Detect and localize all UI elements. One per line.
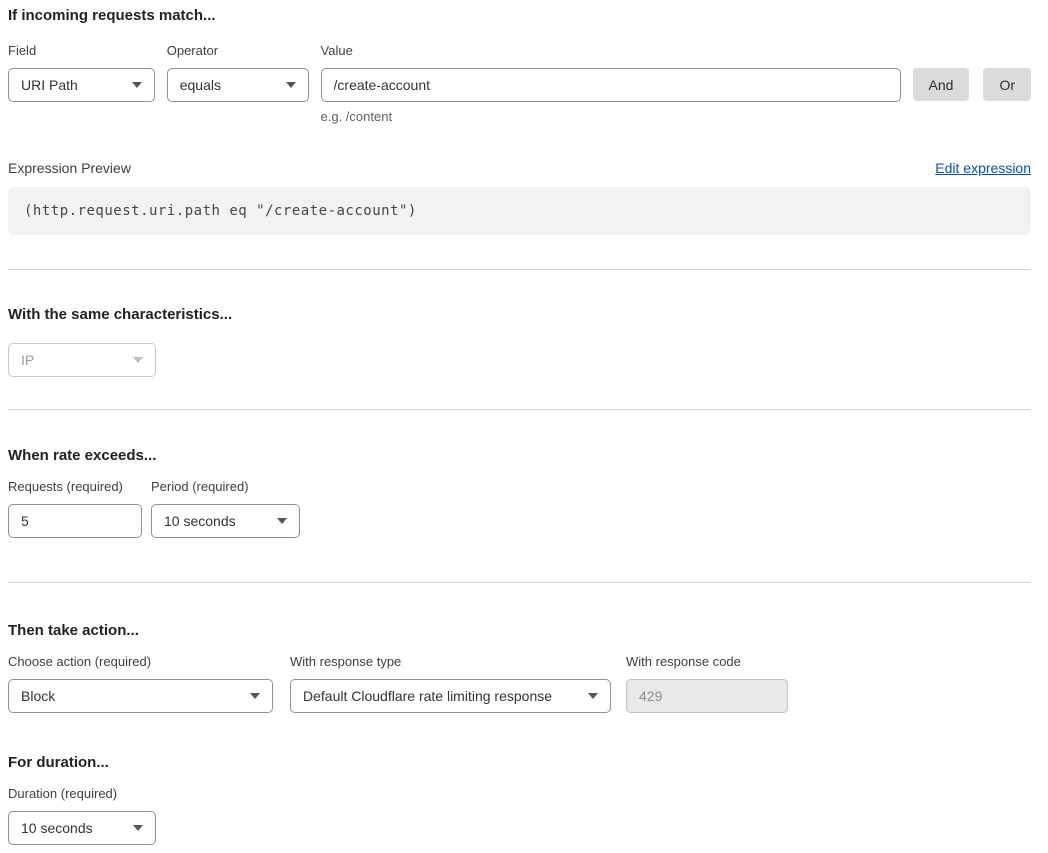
expression-preview-header: Expression Preview Edit expression [8, 160, 1031, 176]
field-label: Field [8, 44, 155, 58]
value-hint: e.g. /content [321, 109, 901, 124]
requests-label: Requests (required) [8, 480, 142, 494]
value-input[interactable] [321, 68, 901, 102]
choose-action-select-value: Block [21, 688, 55, 704]
response-type-select[interactable]: Default Cloudflare rate limiting respons… [290, 679, 611, 713]
edit-expression-link[interactable]: Edit expression [935, 160, 1031, 176]
chevron-down-icon [132, 82, 142, 88]
operator-select[interactable]: equals [167, 68, 309, 102]
response-type-label: With response type [290, 655, 611, 669]
chevron-down-icon [286, 82, 296, 88]
section-divider [8, 269, 1031, 270]
section-divider [8, 582, 1031, 583]
duration-select-value: 10 seconds [21, 820, 93, 836]
response-code-label: With response code [626, 655, 788, 669]
action-section-heading: Then take action... [8, 623, 1031, 639]
requests-input[interactable] [8, 504, 142, 538]
duration-select[interactable]: 10 seconds [8, 811, 156, 845]
choose-action-label: Choose action (required) [8, 655, 273, 669]
section-divider [8, 409, 1031, 410]
match-builder-row: Field URI Path Operator equals Value e.g… [8, 44, 1031, 124]
chevron-down-icon [250, 693, 260, 699]
action-row: Choose action (required) Block With resp… [8, 655, 1031, 713]
operator-select-value: equals [180, 77, 221, 93]
response-type-select-value: Default Cloudflare rate limiting respons… [303, 688, 552, 704]
period-select[interactable]: 10 seconds [151, 504, 300, 538]
chevron-down-icon [588, 693, 598, 699]
expression-preview-code: (http.request.uri.path eq "/create-accou… [8, 187, 1031, 235]
expression-preview-label: Expression Preview [8, 161, 131, 176]
characteristics-section-heading: With the same characteristics... [8, 307, 1031, 323]
value-label: Value [321, 44, 901, 58]
chevron-down-icon [133, 825, 143, 831]
rate-limiting-rule-form: If incoming requests match... Field URI … [0, 0, 1048, 853]
chevron-down-icon [277, 518, 287, 524]
operator-label: Operator [167, 44, 309, 58]
field-select-value: URI Path [21, 77, 78, 93]
characteristic-select-value: IP [21, 352, 34, 368]
field-select[interactable]: URI Path [8, 68, 155, 102]
duration-section-heading: For duration... [8, 755, 1031, 771]
response-code-input [626, 679, 788, 713]
characteristic-select: IP [8, 343, 156, 377]
and-button[interactable]: And [913, 68, 970, 101]
match-section-heading: If incoming requests match... [8, 8, 1031, 24]
or-button[interactable]: Or [983, 68, 1031, 101]
period-select-value: 10 seconds [164, 513, 236, 529]
logic-buttons: And Or [913, 68, 1031, 101]
rate-row: Requests (required) Period (required) 10… [8, 480, 1031, 538]
duration-label: Duration (required) [8, 787, 156, 801]
rate-section-heading: When rate exceeds... [8, 448, 1031, 464]
period-label: Period (required) [151, 480, 300, 494]
chevron-down-icon [133, 357, 143, 363]
choose-action-select[interactable]: Block [8, 679, 273, 713]
